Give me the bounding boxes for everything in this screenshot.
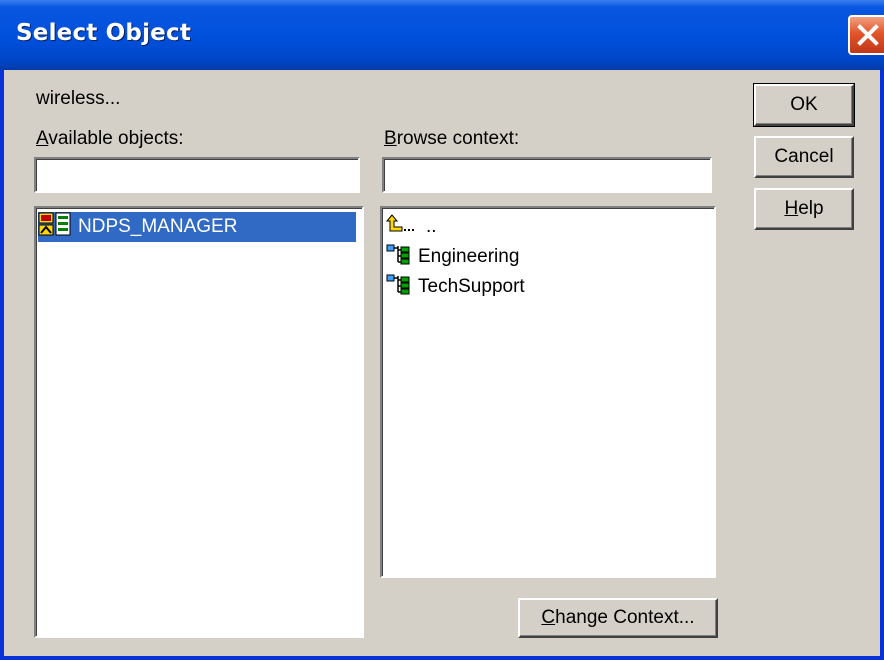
change-context-button[interactable]: Change Context... [518, 598, 718, 638]
select-object-dialog: Select Object wireless... Available obje… [0, 0, 884, 660]
list-item-label: NDPS_MANAGER [78, 216, 238, 237]
title-bar[interactable]: Select Object [0, 0, 884, 70]
available-objects-filter-input[interactable] [34, 157, 360, 193]
organizational-unit-icon [386, 243, 412, 271]
cancel-button[interactable]: Cancel [754, 136, 854, 178]
browse-context-label: Browse context: [384, 128, 520, 149]
list-item-parent-context[interactable]: .. [385, 212, 437, 242]
available-objects-label: Available objects: [36, 128, 184, 149]
window-frame-right [880, 70, 884, 660]
close-button[interactable] [848, 15, 884, 55]
browse-context-list[interactable]: .. Engineering TechSupport [380, 206, 716, 578]
ndps-manager-icon [38, 211, 72, 243]
available-objects-list[interactable]: NDPS_MANAGER [34, 206, 364, 638]
list-item-label: .. [426, 216, 437, 237]
help-button[interactable]: Help [754, 188, 854, 230]
close-icon [857, 24, 879, 46]
window-frame-bottom [0, 656, 884, 660]
browse-context-filter-input[interactable] [382, 157, 712, 193]
list-item-ndps-manager[interactable]: NDPS_MANAGER [38, 212, 356, 242]
parent-context-icon [385, 213, 420, 241]
dialog-body: wireless... Available objects: NDPS_MANA… [4, 70, 880, 656]
list-item-label: Engineering [418, 246, 520, 267]
dialog-title: Select Object [16, 20, 192, 46]
organizational-unit-icon [386, 273, 412, 301]
list-item-techsupport[interactable]: TechSupport [386, 272, 525, 302]
object-type-label: wireless... [36, 88, 121, 109]
list-item-engineering[interactable]: Engineering [386, 242, 519, 272]
list-item-label: TechSupport [418, 276, 525, 297]
ok-button[interactable]: OK [753, 83, 855, 127]
